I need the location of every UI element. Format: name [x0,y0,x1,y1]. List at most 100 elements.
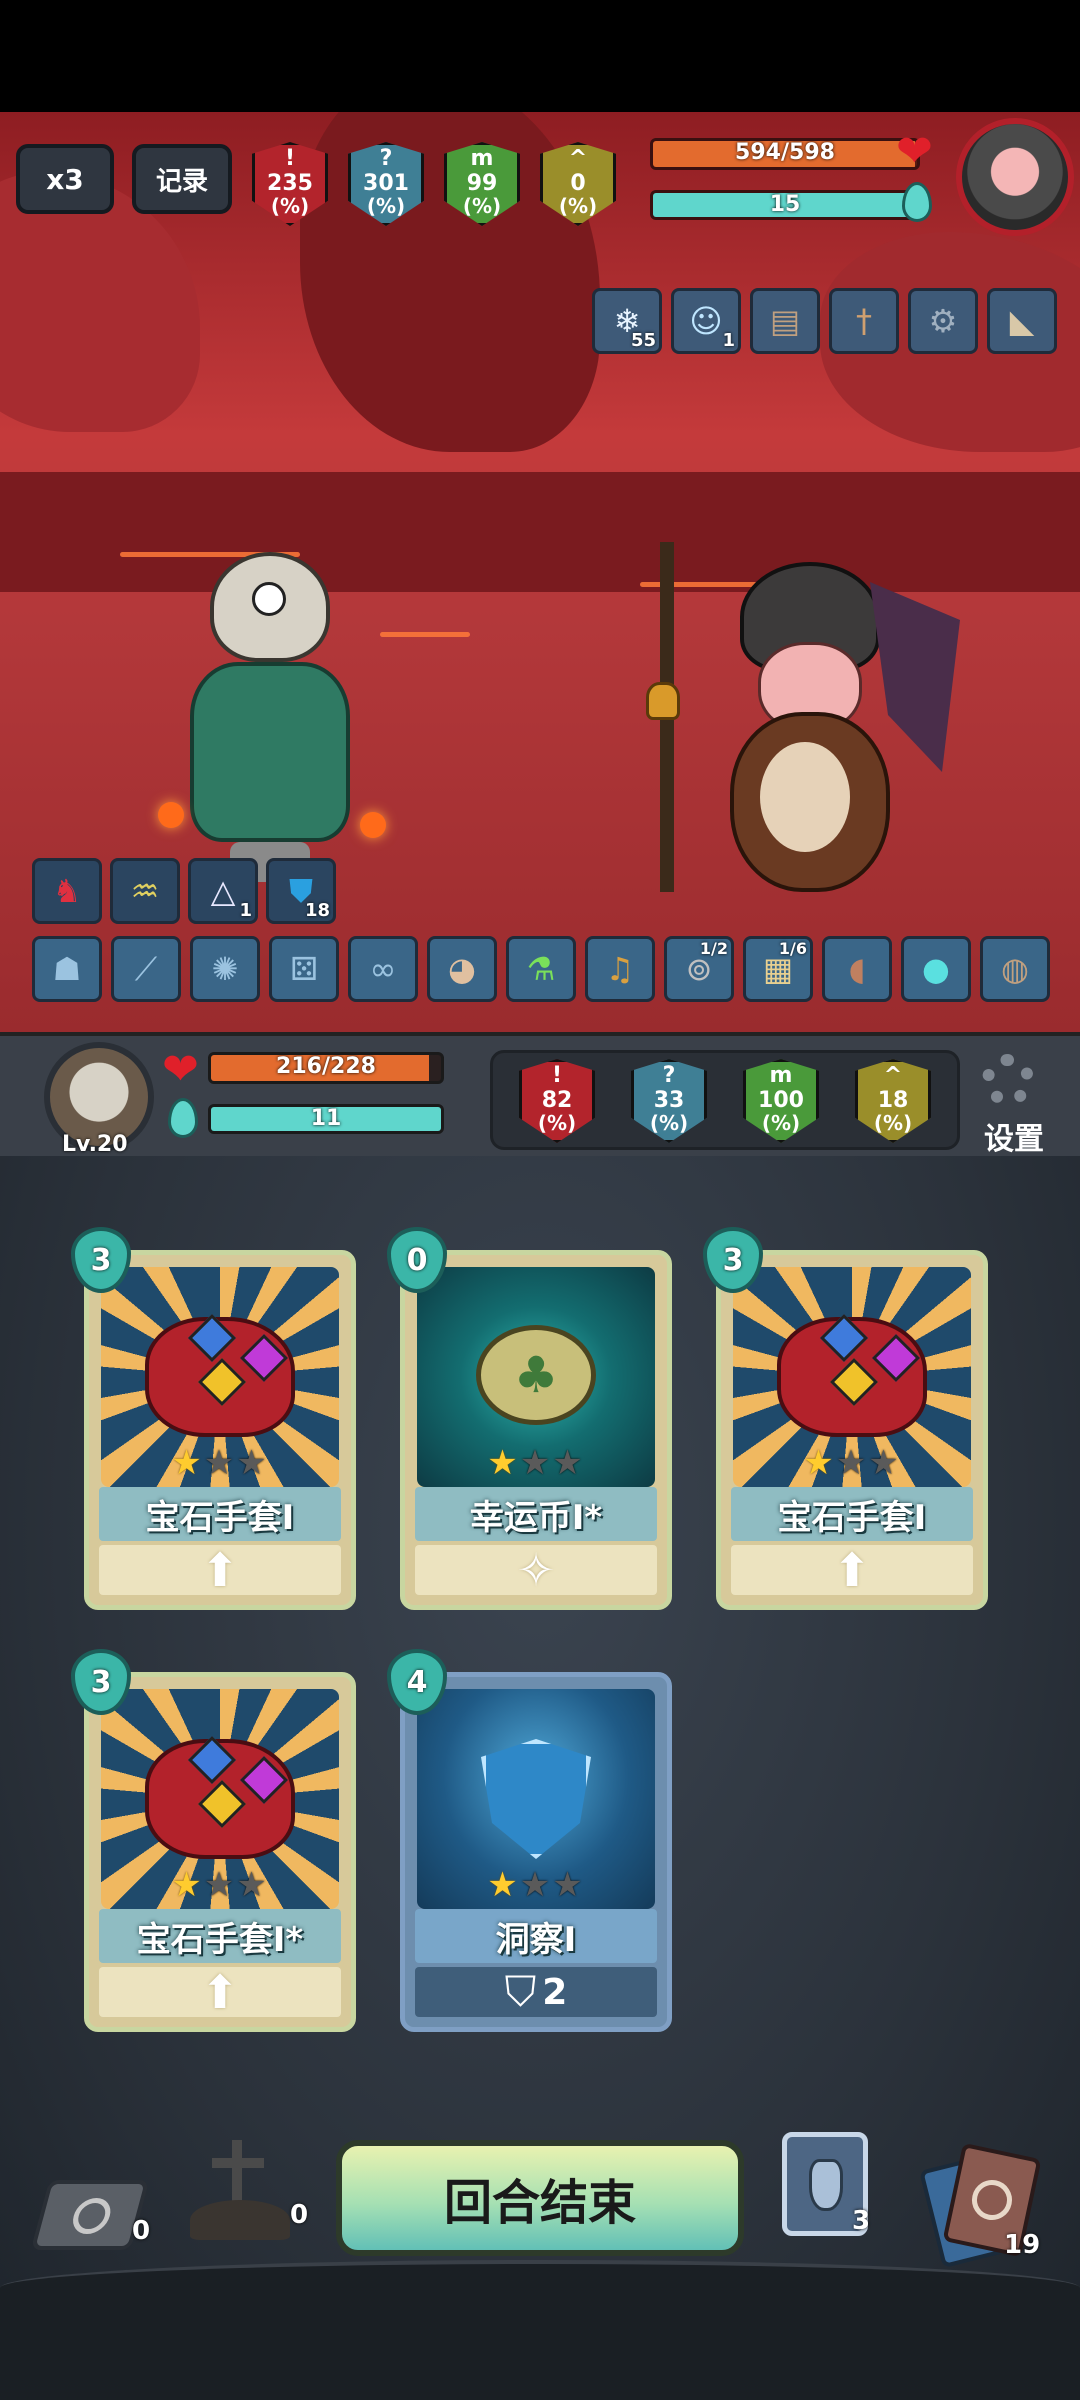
stat-unit: (%) [873,1111,913,1135]
star-icon: ★ [487,1865,520,1905]
end-turn-button[interactable]: 回合结束 [336,2140,744,2256]
settings-button[interactable] [976,1052,1040,1116]
draw-count: 19 [1004,2230,1041,2260]
player-hp-bar: 216/228 [208,1052,444,1084]
hand-card[interactable]: ★★★ 宝石手套I ⬆ 3 [71,1227,356,1610]
stat-value: 235 [267,171,313,196]
enemy-buff-book[interactable]: ▤ [750,288,820,354]
splat-icon: ✺ [211,950,239,988]
hand-card[interactable]: ★★★ 宝石手套I* ⬆ 3 [71,1649,356,2032]
player-buff-swan-lamp[interactable]: ♒ [110,858,180,924]
stack-count: 55 [630,330,656,351]
card-name: 幸运币I* [415,1487,657,1541]
gear-orb-icon: ⚙ [928,302,958,340]
stat-value: 33 [653,1088,685,1113]
enemy-portrait[interactable] [956,118,1074,236]
enemy-energy-bar: 15 [650,190,920,220]
player-energy-text: 11 [310,1106,342,1131]
heart-icon: ❤ [162,1044,199,1095]
gem-gauntlet-icon [135,1719,305,1869]
relic-dice[interactable]: ⚄ [269,936,339,1002]
relic-hamster[interactable]: ◕ [427,936,497,1002]
enemy-buff-horn[interactable]: ◣ [987,288,1057,354]
spiral-icon [968,2176,1016,2224]
meat-icon: ◖ [848,950,866,988]
fire-orb [158,802,184,828]
relic-bell[interactable]: ♫ [585,936,655,1002]
relic-meat[interactable]: ◖ [822,936,892,1002]
stat-value: 82 [541,1088,573,1113]
stat-unit: (%) [366,194,406,218]
player-buff-shield[interactable]: ⛊ 18 [266,858,336,924]
star-icon: ★ [171,1865,204,1905]
relic-scroll[interactable]: ▦ 1/6 [743,936,813,1002]
gem-gauntlet-icon [135,1297,305,1447]
relic-staff[interactable]: ⟋ [111,936,181,1002]
player-buff-prism[interactable]: △ 1 [188,858,258,924]
player-stat-speed[interactable]: ^ 18 (%) [855,1059,931,1143]
enemy-buff-snowflake[interactable]: ❄ 55 [592,288,662,354]
stack-count: 18 [304,900,330,921]
stat-value: 18 [877,1088,909,1113]
player-buff-red-figure[interactable]: ♞ [32,858,102,924]
enemy-buff-dagger[interactable]: † [829,288,899,354]
card-name: 宝石手套I* [99,1909,341,1963]
stack-count: 1 [722,330,735,351]
relic-demon-mask[interactable]: ☗ [32,936,102,1002]
player-panel: Lv.20 216/228 ❤ 11 ! 82 (%)? 33 (%) m 100 (%) ^ 1… [0,1032,1080,1157]
player-stats-box: ! 82 (%)? 33 (%) m 100 (%) ^ 18 (%) [490,1050,960,1150]
staff-icon: ⟋ [134,949,158,988]
lava-crack [380,632,470,637]
star-icon: ★ [203,1865,237,1905]
enemy-buff-ghost[interactable]: ☺ 1 [671,288,741,354]
relic-splat[interactable]: ✺ [190,936,260,1002]
relic-dna[interactable]: ∞ [348,936,418,1002]
relic-orb[interactable]: ● [901,936,971,1002]
stat-unit: (%) [462,194,502,218]
hand-card[interactable]: ★★★ 洞察I ⛉ 2 4 [387,1649,672,2032]
dagger-icon: † [856,302,872,340]
player-character[interactable] [158,552,386,892]
question-icon: ? [662,1063,676,1088]
fire-orb [360,812,386,838]
guardian-shield-icon [481,1739,591,1859]
star-icon: ★ [803,1443,836,1483]
eye [252,582,286,616]
log-button[interactable]: 记录 [132,144,232,214]
relic-pouch[interactable]: ◍ [980,936,1050,1002]
bottom-bar [0,2260,1080,2400]
player-stat-defense[interactable]: m 100 (%) [743,1059,819,1143]
star-icon: ★ [519,1443,553,1483]
relic-binoculars[interactable]: ⊚ 1/2 [664,936,734,1002]
speed-icon: ^ [883,1063,903,1088]
dice-icon: ⚄ [290,950,318,988]
up-arrow-icon: ⬆ [200,1965,240,2019]
player-level: Lv.20 [62,1132,128,1157]
player-energy-bar: 11 [208,1104,444,1134]
player-stat-attack[interactable]: ! 82 (%) [519,1059,595,1143]
star-rating: ★★★ [89,1443,351,1483]
star-icon: ★ [487,1443,520,1483]
card-footer: ⬆ [731,1543,973,1597]
relic-potion[interactable]: ⚗ [506,936,576,1002]
dirt-mound [190,2200,290,2240]
hand-card[interactable]: ★★★ 宝石手套I ⬆ 3 [703,1227,988,1610]
potion-bottle-icon [809,2159,843,2211]
enemy-character[interactable] [646,542,960,902]
grave-pile-button[interactable] [190,2140,290,2240]
battle-scene: x3 记录 ! 235 (%)? 301 (%) m 99 (%) ^ 0 (%) 594/598 … [0,112,1080,1032]
stat-value: 301 [363,171,409,196]
green-cloak [190,662,350,842]
speed-button[interactable]: x3 [16,144,114,214]
hand-card[interactable]: ♣ ★★★ 幸运币I* ✧ 0 [387,1227,672,1610]
player-stat-question[interactable]: ? 33 (%) [631,1059,707,1143]
card-name: 宝石手套I [99,1487,341,1541]
enemy-buff-gear-orb[interactable]: ⚙ [908,288,978,354]
star-icon: ★ [835,1443,869,1483]
card-name: 宝石手套I [731,1487,973,1541]
demon-mask-icon: ☗ [52,950,82,988]
star-icon: ★ [203,1443,237,1483]
star-icon: ★ [519,1865,553,1905]
stat-unit: (%) [558,194,598,218]
grave-count: 0 [290,2200,309,2230]
